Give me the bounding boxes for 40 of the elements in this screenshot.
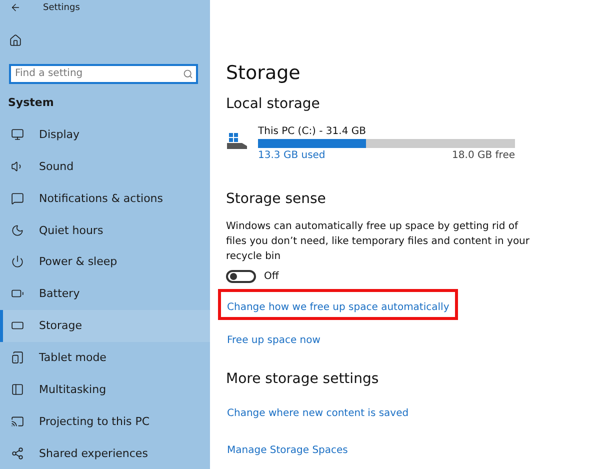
power-icon (11, 255, 24, 268)
sidebar-item[interactable]: Storage (0, 310, 210, 342)
tablet-icon (11, 351, 24, 364)
search-icon (183, 68, 193, 79)
moon-icon (11, 224, 24, 237)
link[interactable]: Change where new content is saved (227, 408, 409, 419)
window-icon (11, 382, 24, 396)
free-space: 18.0 GB free (452, 150, 515, 161)
drive-name: This PC (C:) - 31.4 GB (258, 126, 367, 137)
link[interactable]: Free up space now (227, 335, 320, 346)
section-heading: More storage settings (226, 371, 380, 387)
sidebar-item[interactable]: Shared experiences (0, 437, 210, 469)
sidebar-item[interactable]: Quiet hours (0, 214, 210, 246)
drive-icon (226, 132, 248, 150)
sidebar-item[interactable]: Projecting to this PC (0, 405, 210, 438)
sidebar-item[interactable]: Battery (0, 278, 210, 310)
toggle-label: Off (264, 271, 279, 282)
window-title: Settings (43, 2, 80, 13)
back-icon[interactable] (10, 2, 21, 14)
sidebar-item[interactable]: Display (0, 118, 210, 151)
cast-icon (11, 414, 24, 428)
section-heading: System (8, 96, 55, 110)
home-icon[interactable] (9, 34, 22, 48)
toggle-switch[interactable] (226, 270, 256, 283)
sidebar-item[interactable]: Multitasking (0, 373, 210, 406)
monitor-icon (11, 128, 24, 142)
link[interactable]: Manage Storage Spaces (227, 445, 348, 456)
speech-bubble-icon (11, 192, 24, 205)
section-heading: Local storage (226, 96, 321, 112)
link[interactable]: Change how we free up space automatically (227, 302, 450, 313)
sidebar-item[interactable]: Sound (0, 150, 210, 182)
sidebar-item[interactable]: Power & sleep (0, 246, 210, 278)
section-heading: Storage sense (226, 191, 327, 207)
sidebar-item[interactable]: Notifications & actions (0, 182, 210, 214)
used-space: 13.3 GB used (258, 150, 326, 161)
description: Windows can automatically free up space by getting rid of files you don’t need, like temporary files and content in your recycle bin (226, 220, 531, 264)
share-icon (11, 446, 24, 460)
page-title: Storage (226, 62, 302, 84)
sidebar-item[interactable]: Tablet mode (0, 342, 210, 374)
search-field[interactable]: Find a setting (9, 64, 198, 84)
